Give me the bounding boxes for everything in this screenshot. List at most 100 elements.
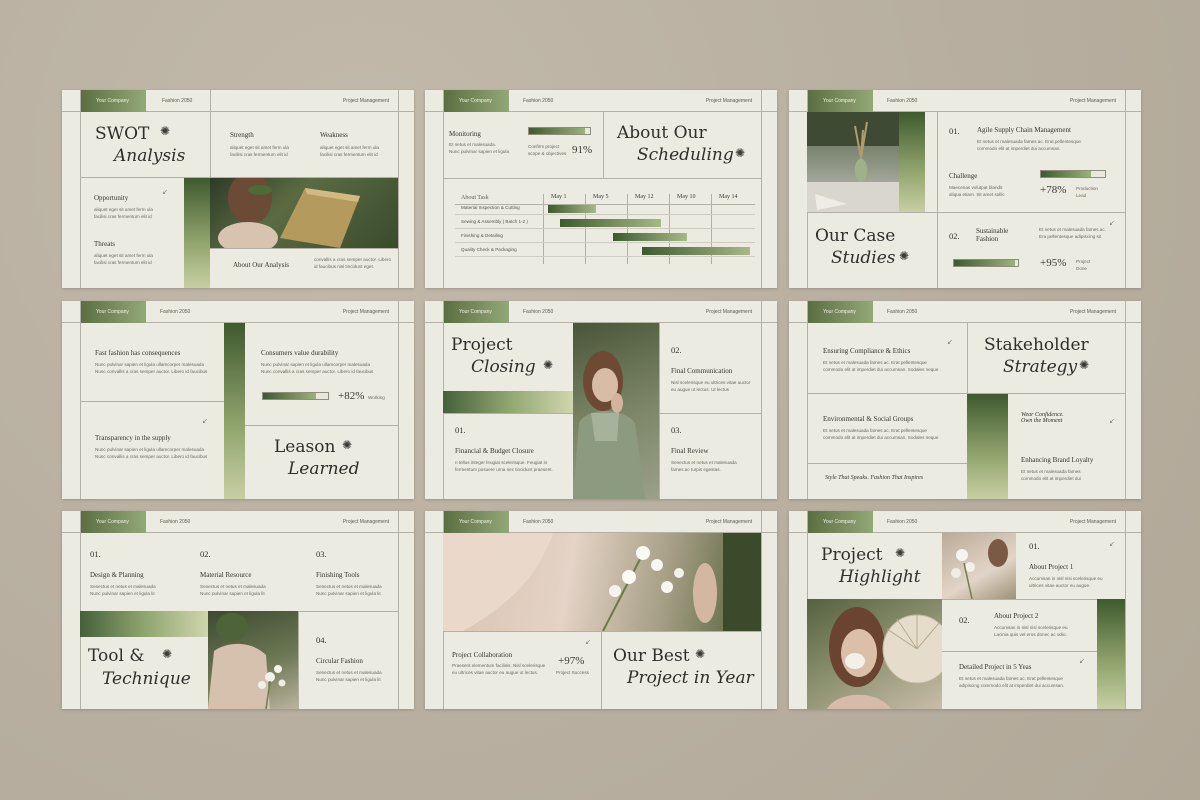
arrow-down-left-icon: ↙: [1109, 541, 1115, 548]
final-communication-heading: Final Communication: [671, 367, 733, 375]
slide-stakeholder-strategy[interactable]: Your Company Fashion 2050 Project Manage…: [789, 301, 1141, 499]
weakness-heading: Weakness: [320, 131, 348, 139]
budget-closure-heading: Financial & Budget Closure: [455, 447, 534, 455]
slide-project-highlight[interactable]: Your Company Fashion 2050 Project Manage…: [789, 511, 1141, 709]
gantt-row-rule: [455, 242, 755, 243]
project-done-percent: +95%: [1040, 257, 1067, 269]
working-label: Working: [368, 395, 385, 400]
green-gradient-band: [443, 391, 573, 413]
slide-swot-analysis[interactable]: Your Company Fashion 2050 Project Manage…: [62, 90, 414, 288]
slide-lesson-learned[interactable]: Your Company Fashion 2050 Project Manage…: [62, 301, 414, 499]
challenge-heading: Challenge: [949, 172, 978, 180]
slide-header: Your Company Fashion 2050 Project Manage…: [425, 301, 777, 323]
gantt-task-label: Sewing & Assembly ( Batch 1-2 ): [461, 219, 528, 224]
slide-title: SWOT: [95, 124, 150, 144]
strength-text: aliquet eget sit amet ferm ula facilisi c…: [230, 145, 289, 157]
production-label: Production Lead: [1076, 186, 1098, 198]
finishing-tools-heading: Finishing Tools: [316, 571, 360, 579]
slide-title-italic: Scheduling: [637, 145, 734, 165]
item-number-01: 01.: [455, 425, 466, 435]
section-label: Project Management: [705, 519, 752, 525]
sparkle-icon: ✺: [695, 647, 706, 661]
brand-tag: Your Company: [80, 511, 146, 533]
project-done-label: Project Done: [1076, 259, 1091, 271]
section-label: Project Management: [1069, 98, 1116, 104]
green-gradient-panel: [184, 178, 210, 288]
slide-title-italic: Studies: [831, 248, 896, 268]
gantt-task-label: Material Inspection & Cutting: [461, 205, 520, 210]
transparency-heading: Transparency in the supply: [95, 434, 171, 442]
success-label: Project Success: [556, 670, 589, 675]
section-label: Project Management: [1069, 519, 1116, 525]
slide-title: Project: [451, 335, 513, 355]
arrow-down-left-icon: ↙: [1109, 220, 1115, 227]
working-progress-bar: [262, 392, 329, 400]
brand-loyalty-heading: Enhancing Brand Loyalty: [1021, 456, 1094, 464]
confirm-label: Confirm project scope & objectives: [528, 144, 567, 156]
brand-tag: Your Company: [80, 301, 146, 323]
slide-project-closing[interactable]: Your Company Fashion 2050 Project Manage…: [425, 301, 777, 499]
woman-with-fan-photo: [807, 599, 942, 709]
collaboration-heading: Project Collaboration: [452, 651, 513, 659]
sustainable-text: Et netus et malesuada fames ac. Era pelle…: [1039, 227, 1106, 239]
slide-best-project[interactable]: Your Company Fashion 2050 Project Manage…: [425, 511, 777, 709]
gantt-task-bar: [642, 247, 750, 255]
slide-header: Your Company Fashion 2050 Project Manage…: [425, 511, 777, 533]
monitoring-progress-bar: [528, 127, 591, 135]
slide-header: Your Company Fashion 2050 Project Manage…: [62, 511, 414, 533]
slide-title: About Our: [617, 123, 707, 143]
material-resource-heading: Material Resource: [200, 571, 252, 579]
white-orchid-photo: [443, 533, 761, 631]
slide-title-italic: Strategy: [1003, 357, 1078, 377]
slide-title: Project: [821, 545, 883, 565]
section-label: Project Management: [1069, 309, 1116, 315]
sparkle-icon: ✺: [899, 249, 910, 263]
section-label: Project Management: [705, 309, 752, 315]
sparkle-icon: ✺: [162, 647, 173, 661]
slide-tool-technique[interactable]: Your Company Fashion 2050 Project Manage…: [62, 511, 414, 709]
success-percent: +97%: [558, 655, 585, 667]
arrow-down-left-icon: ↙: [585, 639, 591, 646]
gantt-month-label: May 12: [635, 194, 654, 200]
tagline: Style That Speaks. Fashion That Inspires: [825, 475, 924, 481]
template-preview-canvas: { "header":{"company":"Your Company","ed…: [0, 0, 1200, 800]
item-number-02: 02.: [959, 615, 970, 625]
opportunity-heading: Opportunity: [94, 194, 129, 202]
slide-title-italic: Closing: [471, 357, 536, 377]
slide-header: Your Company Fashion 2050 Project Manage…: [789, 90, 1141, 112]
sparkle-icon: ✺: [735, 146, 746, 160]
green-gradient-band: [80, 611, 208, 637]
gantt-task-bar: [560, 219, 661, 227]
compliance-text: Et netus et malesuada fames ac. Erat pel…: [823, 360, 939, 372]
item-number-01: 01.: [90, 549, 101, 559]
slide-title-italic: Technique: [102, 669, 191, 689]
gantt-row-rule: [455, 214, 755, 215]
green-gradient-panel: [1097, 599, 1125, 709]
edition-label: Fashion 2050: [523, 519, 554, 525]
edition-label: Fashion 2050: [523, 309, 554, 315]
arrow-down-left-icon: ↙: [1109, 418, 1115, 425]
gantt-task-bar: [548, 205, 596, 213]
threats-heading: Threats: [94, 240, 115, 248]
slide-title-italic: Project in Year: [627, 668, 754, 688]
about-analysis-text: convallis a cras semper auctor. Libero id…: [314, 257, 392, 269]
production-progress-bar: [1040, 170, 1106, 178]
slide-scheduling[interactable]: Your Company Fashion 2050 Project Manage…: [425, 90, 777, 288]
slide-header: Your Company Fashion 2050 Project Manage…: [425, 90, 777, 112]
brand-tag: Your Company: [443, 301, 509, 323]
budget-closure-text: n tellus integer feugiat scelerisque. Fe…: [455, 460, 553, 472]
sparkle-icon: ✺: [160, 124, 171, 138]
slide-title: Our Best: [613, 646, 690, 666]
weakness-text: aliquet eget sit amet ferm ula facilisi c…: [320, 145, 379, 157]
fast-fashion-heading: Fast fashion has consequences: [95, 349, 181, 357]
gantt-row-rule: [455, 228, 755, 229]
brand-tag: Your Company: [443, 511, 509, 533]
slide-title: Leason: [274, 437, 336, 457]
environmental-text: Et netus et malesuada fames ac. Erat pel…: [823, 428, 939, 440]
gantt-month-label: May 1: [551, 194, 567, 200]
challenge-text: Maecenas volutpat blandit aliqua etiam. S…: [949, 185, 1005, 197]
monitoring-text: Et netus et malesuada. Nunc pulvinar sapi…: [449, 142, 510, 154]
material-resource-text: Senectus et netus et malesuada Nunc pulvi…: [200, 584, 266, 596]
monitoring-heading: Monitoring: [449, 130, 481, 138]
slide-case-studies[interactable]: Your Company Fashion 2050 Project Manage…: [789, 90, 1141, 288]
